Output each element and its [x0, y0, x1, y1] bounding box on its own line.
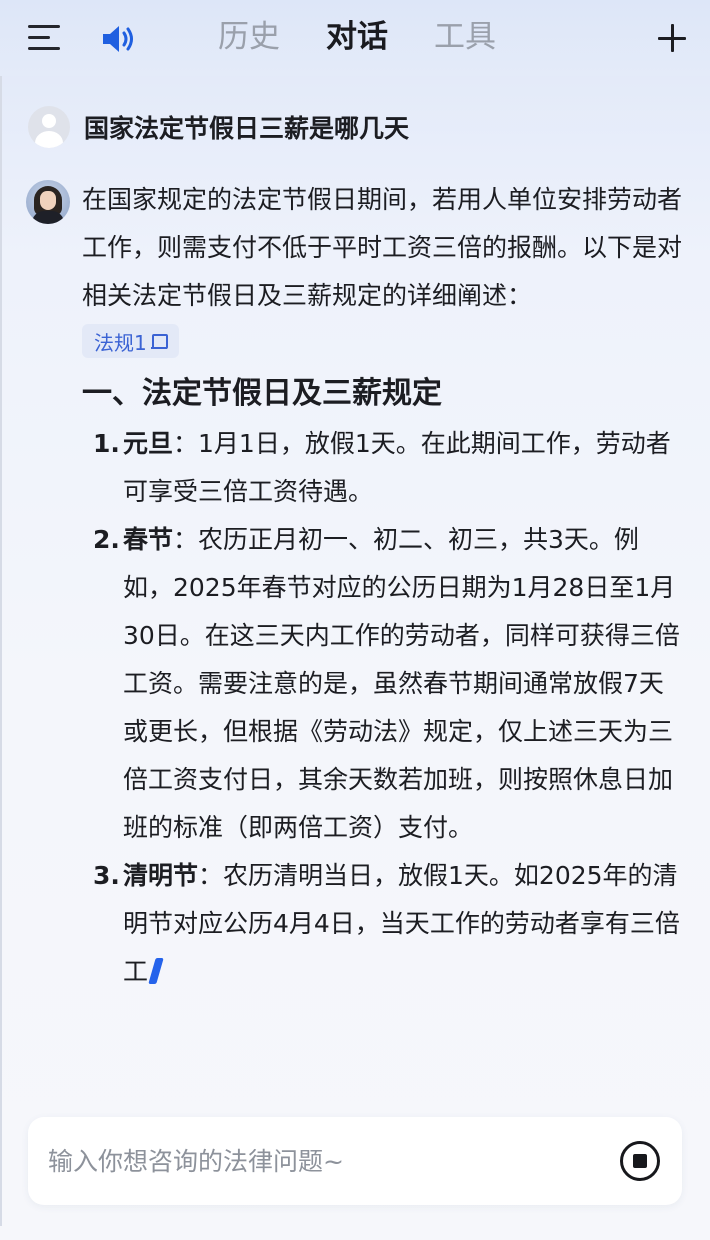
question-input[interactable]	[48, 1141, 608, 1181]
holiday-list: 1. 元旦：1月1日，放假1天。在此期间工作，劳动者可享受三倍工资待遇。 2. 春节…	[82, 420, 686, 996]
list-term: 清明节	[123, 861, 199, 890]
top-bar: 历史 对话 工具	[0, 0, 710, 76]
list-number: 2.	[93, 525, 120, 554]
stop-generating-icon[interactable]	[620, 1141, 660, 1181]
tab-chat[interactable]: 对话	[326, 14, 388, 60]
user-avatar	[28, 106, 70, 148]
new-chat-plus-icon[interactable]	[658, 24, 686, 52]
tab-tools[interactable]: 工具	[434, 14, 496, 60]
assistant-answer: 在国家规定的法定节假日期间，若用人单位安排劳动者工作，则需支付不低于平时工资三倍…	[82, 176, 686, 996]
menu-icon[interactable]	[28, 25, 62, 53]
list-term: 春节	[123, 525, 174, 554]
typing-cursor	[148, 958, 164, 984]
list-term: 元旦	[123, 429, 174, 458]
list-text: ：农历清明当日，放假1天。如2025年的清明节对应公历4月4日，当天工作的劳动者…	[123, 861, 680, 986]
book-icon	[150, 333, 168, 350]
reference-chip-label: 法规1	[94, 330, 147, 355]
user-message: 国家法定节假日三薪是哪几天	[28, 106, 409, 148]
list-number: 3.	[93, 861, 120, 890]
answer-intro: 在国家规定的法定节假日期间，若用人单位安排劳动者工作，则需支付不低于平时工资三倍…	[82, 185, 683, 310]
user-question: 国家法定节假日三薪是哪几天	[84, 114, 410, 143]
left-divider	[0, 76, 2, 1226]
speaker-icon[interactable]	[100, 22, 138, 56]
section-title: 一、法定节假日及三薪规定	[82, 376, 442, 411]
assistant-avatar	[26, 180, 70, 224]
list-item: 3. 清明节：农历清明当日，放假1天。如2025年的清明节对应公历4月4日，当天工…	[82, 852, 686, 996]
list-text: ：1月1日，放假1天。在此期间工作，劳动者可享受三倍工资待遇。	[123, 429, 671, 506]
tab-history[interactable]: 历史	[218, 14, 280, 60]
reference-chip[interactable]: 法规1	[82, 324, 179, 358]
list-item: 2. 春节：农历正月初一、初二、初三，共3天。例如，2025年春节对应的公历日期为…	[82, 516, 686, 852]
list-text: ：农历正月初一、初二、初三，共3天。例如，2025年春节对应的公历日期为1月28…	[123, 525, 680, 842]
chat-input-box	[28, 1117, 682, 1205]
list-item: 1. 元旦：1月1日，放假1天。在此期间工作，劳动者可享受三倍工资待遇。	[82, 420, 686, 516]
list-number: 1.	[93, 429, 120, 458]
tab-bar: 历史 对话 工具	[218, 14, 496, 60]
